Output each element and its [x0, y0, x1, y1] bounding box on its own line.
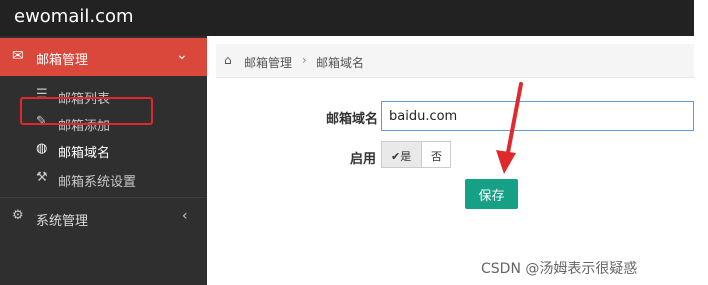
annotation-arrow [496, 82, 523, 174]
watermark: CSDN @汤姆表示很疑惑 [481, 261, 638, 277]
